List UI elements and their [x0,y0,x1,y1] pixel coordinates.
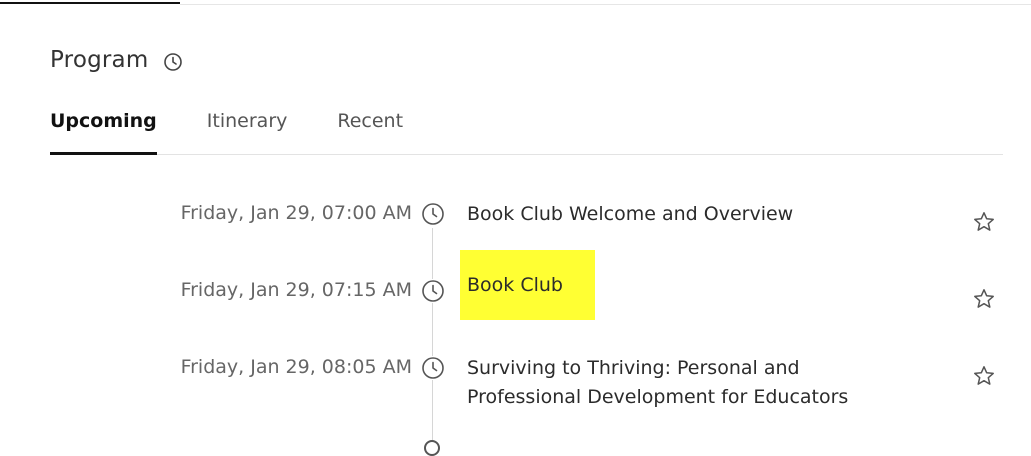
tab-recent[interactable]: Recent [337,100,403,154]
clock-icon [421,202,445,226]
top-underline [0,0,180,4]
star-icon[interactable] [972,210,996,234]
page-title: Program [50,47,149,73]
event-date: Friday, Jan 29, 08:05 AM [180,356,412,378]
clock-icon [421,356,445,380]
event-title-highlighted[interactable]: Book Club [460,250,595,320]
star-icon[interactable] [972,287,996,311]
event-title[interactable]: Surviving to Thriving: Personal and Prof… [467,354,937,412]
top-divider [180,4,1031,5]
timeline-line [432,228,433,452]
star-icon[interactable] [972,364,996,388]
event-title[interactable]: Book Club Welcome and Overview [467,200,937,229]
tab-upcoming[interactable]: Upcoming [50,100,157,155]
event-date: Friday, Jan 29, 07:15 AM [180,279,412,301]
event-title-line: Surviving to Thriving: Personal and [467,357,800,379]
program-header: Program [50,44,184,76]
clock-icon [421,279,445,303]
tab-itinerary[interactable]: Itinerary [207,100,288,154]
tab-bar: Upcoming Itinerary Recent [50,100,1003,155]
timeline-next-clock-icon [424,440,440,456]
clock-icon[interactable] [162,51,184,73]
event-date: Friday, Jan 29, 07:00 AM [180,202,412,224]
event-title-line: Professional Development for Educators [467,386,849,408]
